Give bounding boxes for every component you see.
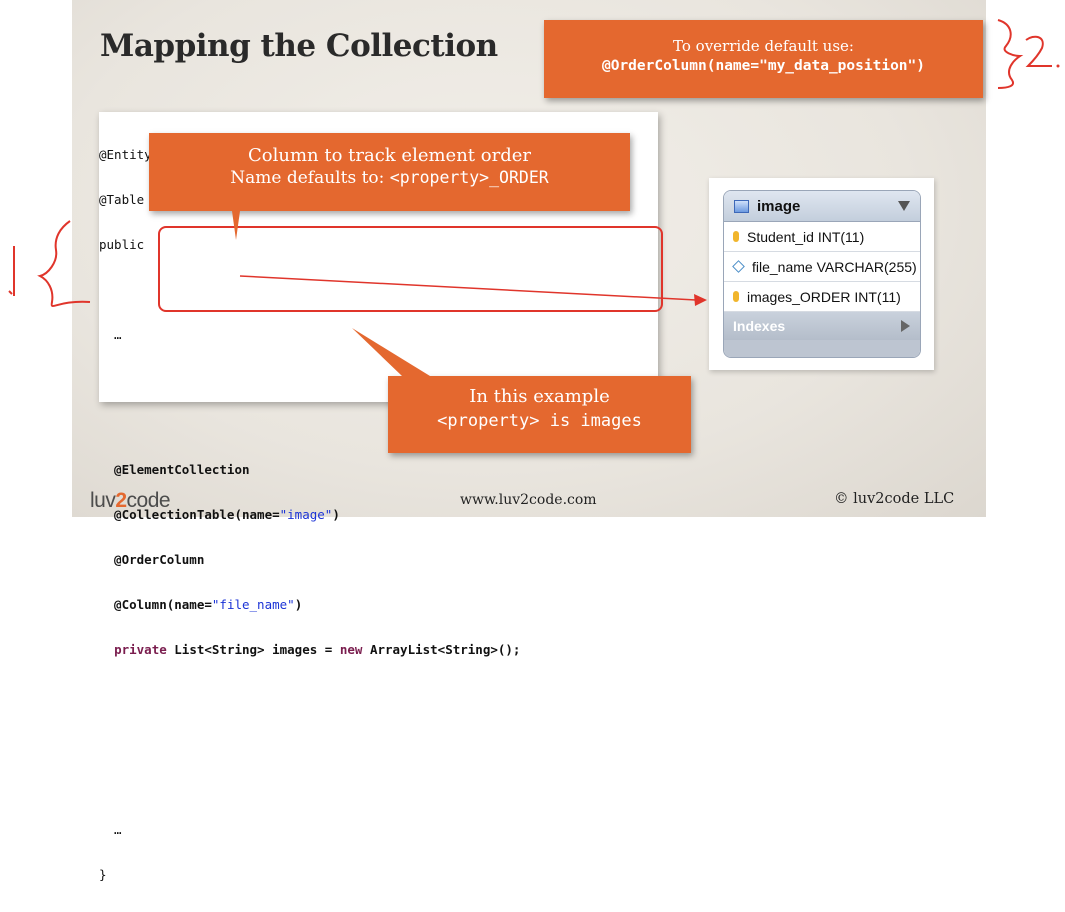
handwritten-number-two xyxy=(1025,35,1052,67)
code-line-column: @Column(name="file_name") xyxy=(99,597,303,612)
callout-pointer-bottom xyxy=(352,328,430,376)
annotation-overlay xyxy=(8,19,1060,376)
handwritten-bracket-left xyxy=(37,220,91,307)
code-line-close-brace: } xyxy=(99,867,107,882)
arrow-line xyxy=(239,275,697,301)
code-line-order-column: @OrderColumn xyxy=(99,552,205,567)
code-line-ellipsis-bottom: … xyxy=(99,822,122,837)
handwritten-dot xyxy=(1056,64,1060,68)
callout-pointer-top xyxy=(232,211,240,240)
code-line-field: private List<String> images = new ArrayL… xyxy=(114,642,521,657)
handwritten-number-one xyxy=(8,246,15,296)
handwritten-bracket-right xyxy=(997,19,1024,89)
arrow-head xyxy=(694,294,707,306)
